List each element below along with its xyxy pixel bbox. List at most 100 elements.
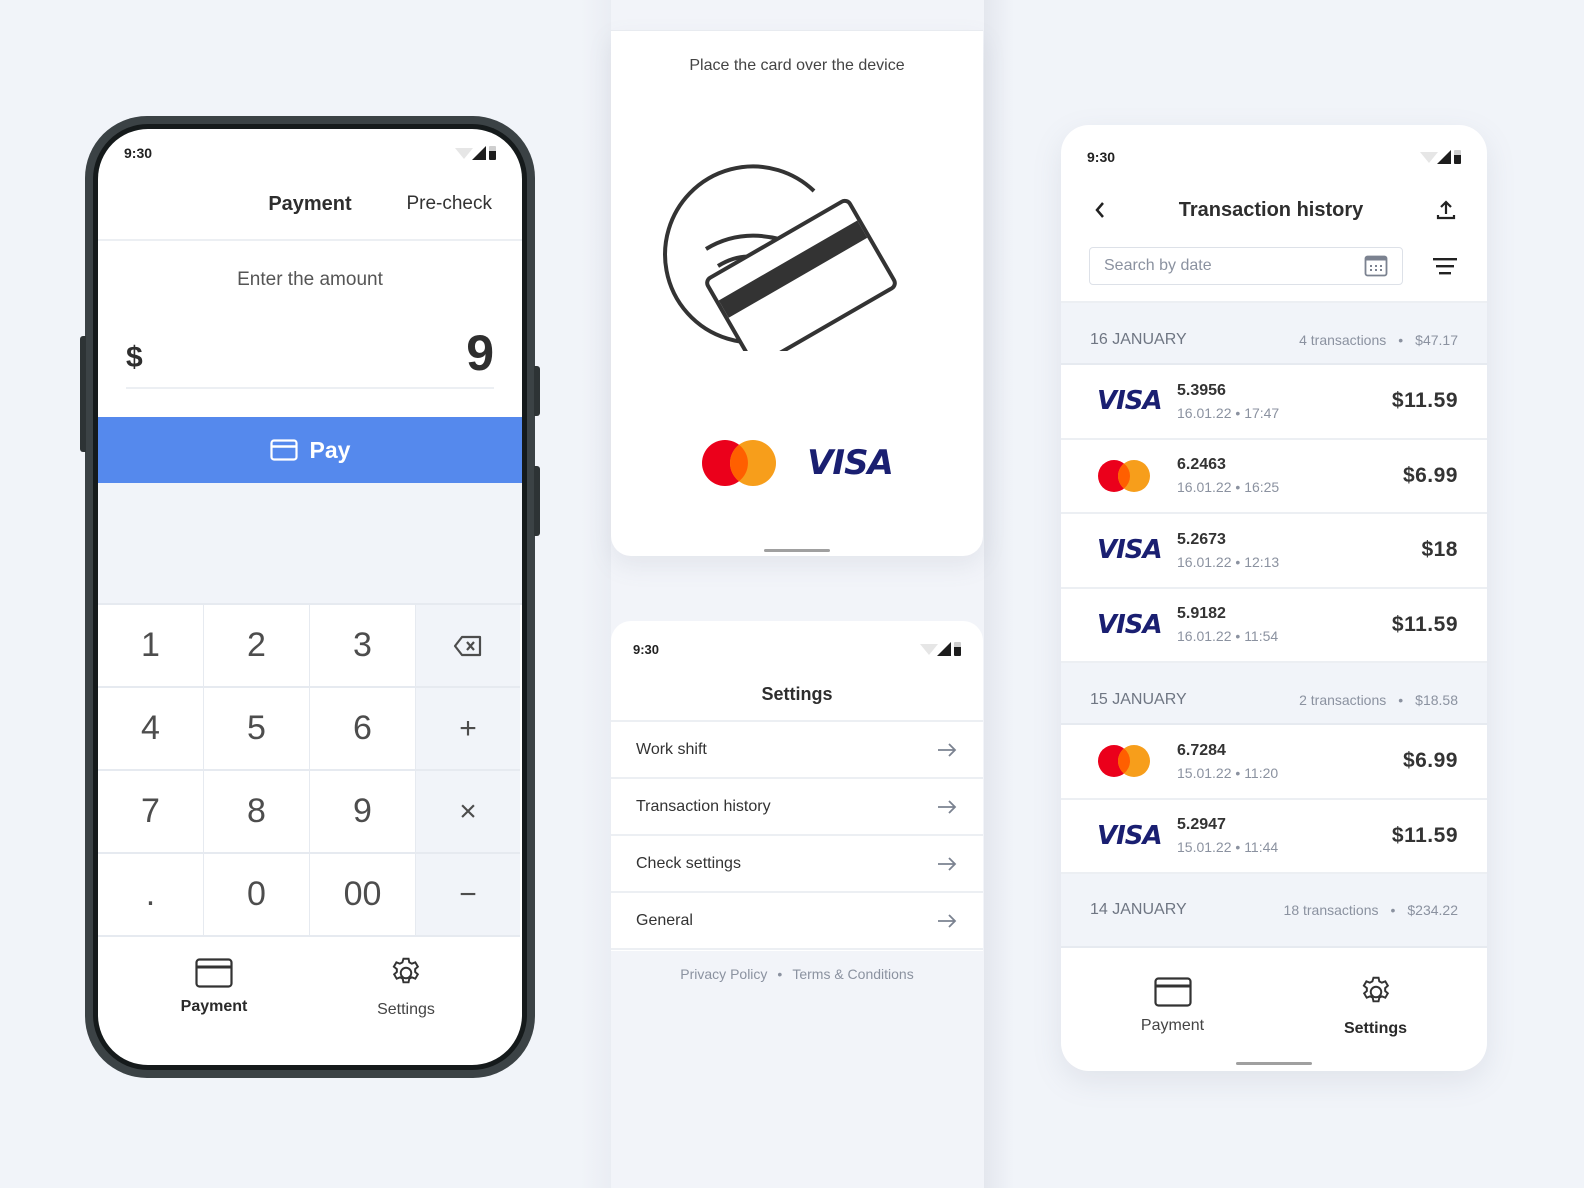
nav-settings[interactable]: Settings bbox=[1301, 974, 1451, 1038]
group-count: 2 transactions bbox=[1299, 692, 1387, 708]
status-time: 9:30 bbox=[633, 641, 660, 657]
separator-dot: • bbox=[1398, 332, 1404, 348]
export-upload-icon[interactable] bbox=[1435, 198, 1457, 222]
keypad-key[interactable]: 00 bbox=[310, 854, 416, 937]
backspace-key[interactable] bbox=[416, 605, 520, 688]
phone-bezel: 9:30 Payment Pre-check Enter the amount … bbox=[93, 124, 527, 1070]
back-chevron-icon[interactable] bbox=[1093, 200, 1107, 220]
keypad-key[interactable]: + bbox=[416, 688, 520, 771]
visa-logo-icon: VISA bbox=[1097, 609, 1163, 640]
battery-icon bbox=[954, 642, 961, 656]
gear-icon bbox=[1362, 976, 1389, 1003]
calendar-icon[interactable] bbox=[1364, 255, 1388, 277]
status-time: 9:30 bbox=[124, 145, 153, 161]
transaction-datetime: 16.01.22 • 16:25 bbox=[1177, 479, 1280, 496]
keypad-key[interactable]: 2 bbox=[204, 605, 310, 688]
nav-payment[interactable]: Payment bbox=[139, 958, 289, 1016]
transaction-datetime: 15.01.22 • 11:20 bbox=[1177, 764, 1279, 781]
group-count: 18 transactions bbox=[1283, 902, 1379, 918]
card-brand bbox=[1097, 744, 1177, 778]
mastercard-logo-icon bbox=[1098, 459, 1150, 492]
nfc-screen: Place the card over the device VISA bbox=[611, 30, 983, 556]
transaction-row[interactable]: 6.7284 15.01.22 • 11:20 $6.99 bbox=[1061, 725, 1487, 800]
backspace-icon bbox=[453, 635, 482, 656]
keypad-key[interactable]: 9 bbox=[310, 771, 416, 854]
keypad-key[interactable]: 0 bbox=[204, 854, 310, 937]
transaction-time: 11:54 bbox=[1244, 628, 1279, 645]
keypad-key[interactable]: 8 bbox=[204, 771, 310, 854]
transaction-row[interactable]: VISA 5.2947 15.01.22 • 11:44 $11.59 bbox=[1061, 800, 1487, 874]
keypad-key[interactable]: 1 bbox=[98, 605, 204, 688]
search-by-date-field[interactable] bbox=[1089, 247, 1403, 285]
transaction-row[interactable]: VISA 5.3956 16.01.22 • 17:47 $11.59 bbox=[1061, 365, 1487, 440]
transaction-amount: $11.59 bbox=[1391, 823, 1458, 847]
nav-payment[interactable]: Payment bbox=[1098, 977, 1248, 1035]
settings-item-label: Check settings bbox=[636, 854, 741, 872]
transaction-row[interactable]: VISA 5.9182 16.01.22 • 11:54 $11.59 bbox=[1061, 589, 1487, 663]
date-group-header: 14 JANUARY 18 transactions • $234.22 bbox=[1061, 874, 1487, 948]
settings-item[interactable]: General bbox=[611, 893, 983, 950]
signal-icon bbox=[472, 146, 486, 160]
keypad-key[interactable]: 3 bbox=[310, 605, 416, 688]
transaction-date: 15.01.22 bbox=[1177, 764, 1232, 781]
status-bar: 9:30 bbox=[611, 621, 983, 677]
visa-logo-icon: VISA bbox=[1097, 820, 1163, 851]
transaction-time: 16:25 bbox=[1244, 479, 1280, 496]
settings-item-label: General bbox=[636, 911, 693, 929]
phone-side-button bbox=[534, 366, 540, 416]
transaction-date: 16.01.22 bbox=[1177, 553, 1232, 570]
history-header: Transaction history bbox=[1061, 189, 1487, 231]
visa-logo-icon: VISA bbox=[1097, 386, 1163, 417]
pay-button[interactable]: Pay bbox=[98, 417, 522, 483]
wifi-icon bbox=[920, 643, 938, 655]
transaction-amount: $11.59 bbox=[1391, 389, 1458, 413]
transaction-id: 5.2673 bbox=[1177, 530, 1226, 548]
keypad-key[interactable]: − bbox=[416, 854, 520, 937]
battery-icon bbox=[1454, 150, 1461, 164]
nav-settings-label: Settings bbox=[377, 1001, 435, 1018]
transaction-row[interactable]: VISA 5.2673 16.01.22 • 12:13 $18 bbox=[1061, 514, 1487, 589]
numeric-keypad: 1 2 3 4 5 6 +7 8 9 ×. 0 00− bbox=[98, 605, 522, 937]
column-shadow bbox=[581, 0, 611, 1188]
nav-settings[interactable]: Settings bbox=[331, 955, 481, 1019]
group-total: $47.17 bbox=[1415, 332, 1458, 348]
amount-value: 9 bbox=[466, 325, 494, 381]
accepted-cards: VISA bbox=[611, 439, 983, 487]
group-total: $18.58 bbox=[1415, 692, 1458, 708]
mastercard-logo-icon bbox=[1098, 745, 1150, 778]
amount-field[interactable]: $ 9 bbox=[126, 325, 494, 389]
transaction-id: 5.2947 bbox=[1177, 816, 1226, 834]
group-count: 4 transactions bbox=[1299, 332, 1387, 348]
nav-settings-label: Settings bbox=[1343, 1020, 1408, 1037]
phone-side-button bbox=[80, 336, 86, 452]
settings-item[interactable]: Work shift bbox=[611, 722, 983, 779]
keypad-key[interactable]: 4 bbox=[98, 688, 204, 771]
transaction-row[interactable]: 6.2463 16.01.22 • 16:25 $6.99 bbox=[1061, 440, 1487, 514]
settings-item-label: Work shift bbox=[636, 740, 707, 758]
signal-icon bbox=[1437, 150, 1451, 164]
group-summary: 18 transactions • $234.22 bbox=[1284, 902, 1458, 918]
wifi-icon bbox=[455, 147, 473, 159]
privacy-policy-link[interactable]: Privacy Policy bbox=[680, 966, 767, 982]
keypad-key[interactable]: . bbox=[98, 854, 204, 937]
bottom-nav: Payment Settings bbox=[1061, 948, 1487, 1064]
keypad-key[interactable]: 7 bbox=[98, 771, 204, 854]
visa-logo-icon: VISA bbox=[807, 443, 894, 483]
payment-phone-frame: 9:30 Payment Pre-check Enter the amount … bbox=[80, 116, 540, 1078]
filter-icon[interactable] bbox=[1433, 257, 1457, 275]
settings-item[interactable]: Transaction history bbox=[611, 779, 983, 836]
terms-link[interactable]: Terms & Conditions bbox=[792, 966, 913, 982]
keypad-key[interactable]: 6 bbox=[310, 688, 416, 771]
transaction-list: 16 JANUARY 4 transactions • $47.17 VISA 5.395… bbox=[1061, 303, 1487, 948]
payment-screen: 9:30 Payment Pre-check Enter the amount … bbox=[98, 129, 522, 1065]
pre-check-button[interactable]: Pre-check bbox=[406, 193, 492, 215]
group-date: 16 JANUARY bbox=[1090, 331, 1187, 348]
page-title: Settings bbox=[611, 677, 983, 722]
transaction-amount: $6.99 bbox=[1402, 463, 1458, 487]
keypad-key[interactable]: × bbox=[416, 771, 520, 854]
keypad-key[interactable]: 5 bbox=[204, 688, 310, 771]
settings-item[interactable]: Check settings bbox=[611, 836, 983, 893]
keypad-spacer bbox=[98, 483, 522, 605]
search-input[interactable] bbox=[1104, 257, 1324, 275]
credit-card-icon bbox=[1153, 977, 1192, 1007]
